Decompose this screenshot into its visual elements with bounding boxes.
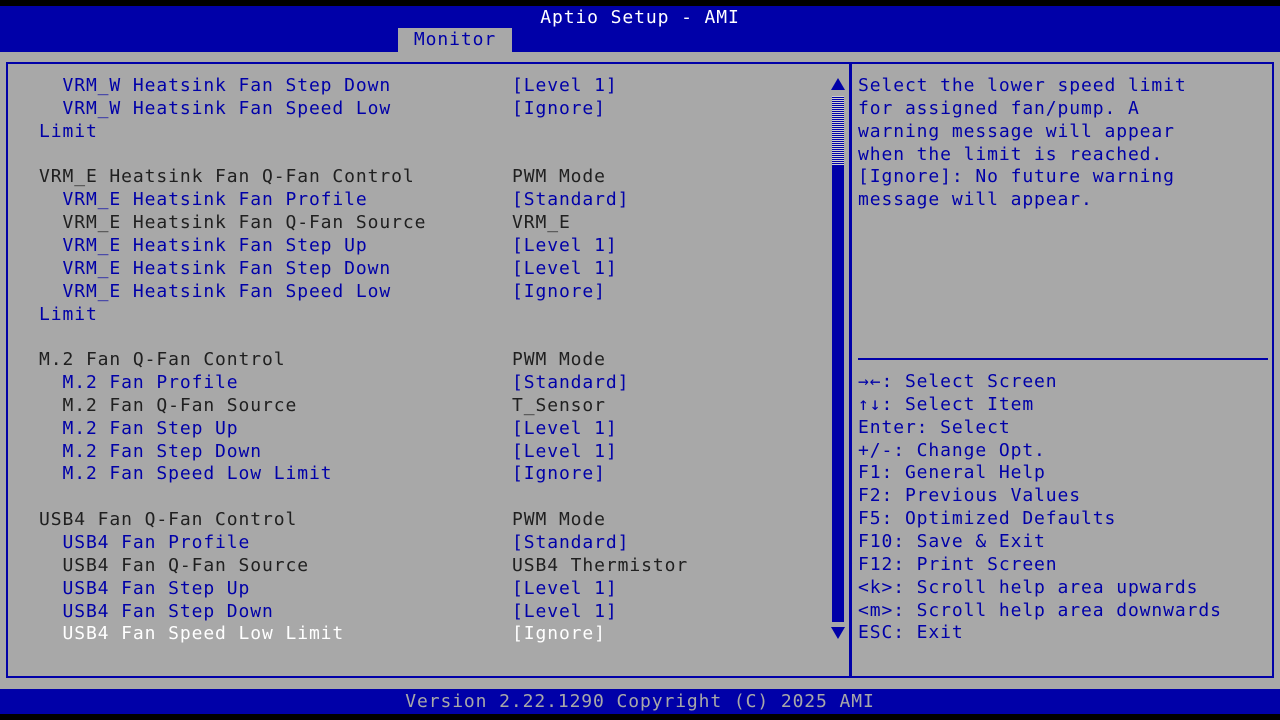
setting-label[interactable]: M.2 Fan Step Down xyxy=(39,441,262,463)
setting-value[interactable]: [Level 1] xyxy=(512,235,618,257)
help-text-line: warning message will appear xyxy=(858,120,1175,142)
scrollbar-track[interactable] xyxy=(832,96,844,622)
setting-value: USB4 Thermistor xyxy=(512,554,689,576)
setup-title: Aptio Setup - AMI xyxy=(540,7,740,28)
setting-label[interactable]: Limit xyxy=(39,121,98,143)
help-divider xyxy=(858,358,1268,360)
key-hint: <k>: Scroll help area upwards xyxy=(858,576,1199,598)
help-text-line: for assigned fan/pump. A xyxy=(858,97,1140,119)
setting-label: USB4 Fan Q-Fan Source xyxy=(39,554,309,576)
setting-label: VRM_E Heatsink Fan Q-Fan Control xyxy=(39,166,415,188)
scroll-down-arrow-icon[interactable] xyxy=(831,627,845,639)
setting-label: USB4 Fan Q-Fan Control xyxy=(39,509,298,531)
setting-label[interactable]: M.2 Fan Step Up xyxy=(39,418,239,440)
setting-label[interactable]: VRM_W Heatsink Fan Speed Low xyxy=(39,98,391,120)
setting-label[interactable]: VRM_E Heatsink Fan Step Up xyxy=(39,235,368,257)
version-footer: Version 2.22.1290 Copyright (C) 2025 AMI xyxy=(405,691,875,712)
setting-label[interactable]: USB4 Fan Step Up xyxy=(39,578,250,600)
setting-value[interactable]: [Level 1] xyxy=(512,75,618,97)
setting-label[interactable]: VRM_E Heatsink Fan Step Down xyxy=(39,258,391,280)
setting-value[interactable]: [Ignore] xyxy=(512,281,606,303)
setting-value[interactable]: [Standard] xyxy=(512,532,629,554)
bottom-strip xyxy=(0,714,1280,720)
key-hint: F2: Previous Values xyxy=(858,485,1082,507)
setting-value[interactable]: [Level 1] xyxy=(512,418,618,440)
scroll-up-arrow-icon[interactable] xyxy=(831,78,845,90)
setting-label[interactable]: USB4 Fan Profile xyxy=(39,532,250,554)
setting-label[interactable]: VRM_E Heatsink Fan Speed Low xyxy=(39,281,391,303)
key-hint: ↑↓: Select Item xyxy=(858,393,1035,415)
setting-label[interactable]: M.2 Fan Profile xyxy=(39,372,239,394)
setting-label[interactable]: USB4 Fan Speed Low Limit xyxy=(39,623,344,645)
setting-value[interactable]: [Standard] xyxy=(512,189,629,211)
panel-divider xyxy=(849,62,852,678)
setting-value[interactable]: [Level 1] xyxy=(512,258,618,280)
setting-label[interactable]: M.2 Fan Speed Low Limit xyxy=(39,463,332,485)
setting-value: PWM Mode xyxy=(512,349,606,371)
key-hint: +/-: Change Opt. xyxy=(858,439,1046,461)
key-hint: ESC: Exit xyxy=(858,622,964,644)
setting-label: M.2 Fan Q-Fan Source xyxy=(39,394,298,416)
scrollbar-thumb[interactable] xyxy=(832,96,844,166)
key-hint: F1: General Help xyxy=(858,462,1046,484)
key-hint: <m>: Scroll help area downwards xyxy=(858,599,1222,621)
help-text-line: Select the lower speed limit xyxy=(858,75,1187,96)
setting-value[interactable]: [Standard] xyxy=(512,372,629,394)
key-hint: →←: Select Screen xyxy=(858,371,1058,392)
help-text-line: when the limit is reached. xyxy=(858,143,1164,165)
key-hint: F10: Save & Exit xyxy=(858,530,1046,552)
tab-monitor[interactable]: Monitor xyxy=(398,28,512,52)
setting-value[interactable]: [Ignore] xyxy=(512,463,606,485)
key-hint: Enter: Select xyxy=(858,416,1011,438)
setting-value: VRM_E xyxy=(512,212,571,234)
setting-value: T_Sensor xyxy=(512,394,606,416)
setting-value: PWM Mode xyxy=(512,166,606,188)
setting-value[interactable]: [Ignore] xyxy=(512,623,606,645)
setting-label[interactable]: VRM_E Heatsink Fan Profile xyxy=(39,189,368,211)
setting-label[interactable]: VRM_W Heatsink Fan Step Down xyxy=(39,75,391,97)
setting-label[interactable]: USB4 Fan Step Down xyxy=(39,601,274,623)
setting-label: M.2 Fan Q-Fan Control xyxy=(39,349,286,371)
key-hint: F5: Optimized Defaults xyxy=(858,508,1117,530)
key-hint: F12: Print Screen xyxy=(858,553,1058,575)
setting-value: PWM Mode xyxy=(512,509,606,531)
help-text-line: [Ignore]: No future warning xyxy=(858,166,1175,188)
setting-label[interactable]: Limit xyxy=(39,304,98,326)
setting-value[interactable]: [Level 1] xyxy=(512,441,618,463)
setting-value[interactable]: [Level 1] xyxy=(512,578,618,600)
setting-label: VRM_E Heatsink Fan Q-Fan Source xyxy=(39,212,427,234)
setting-value[interactable]: [Ignore] xyxy=(512,98,606,120)
help-text-line: message will appear. xyxy=(858,189,1093,211)
setting-value[interactable]: [Level 1] xyxy=(512,601,618,623)
